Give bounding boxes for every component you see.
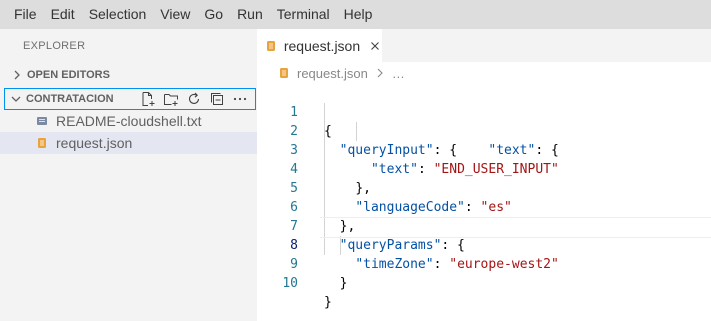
folder-actions [139, 90, 249, 108]
file-name: README-cloudshell.txt [56, 113, 202, 129]
file-name: request.json [56, 135, 133, 151]
menu-view[interactable]: View [153, 0, 197, 29]
breadcrumb: request.json … [257, 62, 711, 84]
menu-run[interactable]: Run [230, 0, 270, 29]
token: } [339, 276, 348, 291]
menu-go[interactable]: Go [197, 0, 230, 29]
json-file-icon [264, 39, 278, 53]
open-editors-label: OPEN EDITORS [27, 69, 110, 81]
chevron-right-icon [376, 68, 384, 78]
menu-selection[interactable]: Selection [82, 0, 154, 29]
code-line: 10 } [257, 255, 711, 310]
line-number: 10 [282, 276, 298, 291]
explorer-sidebar: EXPLORER OPEN EDITORS CONTRATACION READM… [0, 29, 257, 321]
code-line: 9 } [257, 236, 711, 291]
chevron-right-icon [10, 68, 24, 82]
line-text: } [324, 274, 348, 293]
file-item-request-json[interactable]: request.json [0, 132, 257, 154]
menu-help[interactable]: Help [337, 0, 380, 29]
menu-terminal[interactable]: Terminal [270, 0, 337, 29]
code-line: 6 }, [257, 179, 711, 234]
code-editor[interactable]: 1 { 2 "queryInput": { "text": { 3 "text"… [257, 84, 711, 310]
line-text: } [324, 293, 332, 312]
editor-area: request.json request.json … 1 { 2 "query… [257, 29, 711, 321]
tab-request-json[interactable]: request.json [257, 29, 382, 62]
code-line: 3 "text": "END_USER_INPUT" [257, 122, 711, 177]
tab-label: request.json [283, 37, 361, 54]
code-line: 4 }, [257, 141, 711, 196]
code-line: 2 "queryInput": { "text": { [257, 103, 711, 158]
code-line-current: 8 "timeZone": "europe-west2" [257, 217, 711, 272]
json-file-icon [34, 135, 50, 151]
refresh-icon[interactable] [185, 90, 203, 108]
folder-section-contratacion[interactable]: CONTRATACION [4, 88, 256, 110]
menu-bar: File Edit Selection View Go Run Terminal… [0, 0, 711, 29]
text-file-icon [34, 113, 50, 129]
code-line: 1 { [257, 84, 711, 139]
explorer-title: EXPLORER [23, 40, 86, 52]
token: } [324, 295, 332, 310]
open-editors-section[interactable]: OPEN EDITORS [0, 64, 257, 86]
new-file-icon[interactable] [139, 90, 157, 108]
new-folder-icon[interactable] [162, 90, 180, 108]
collapse-all-icon[interactable] [208, 90, 226, 108]
code-line: 7 "queryParams": { [257, 198, 711, 253]
chevron-down-icon [9, 92, 23, 106]
file-item-readme[interactable]: README-cloudshell.txt [0, 110, 257, 132]
menu-file[interactable]: File [7, 0, 44, 29]
folder-label: CONTRATACION [26, 93, 114, 105]
breadcrumb-file[interactable]: request.json [297, 66, 368, 81]
menu-edit[interactable]: Edit [44, 0, 82, 29]
breadcrumb-tail[interactable]: … [392, 66, 405, 81]
more-icon[interactable] [231, 90, 249, 108]
json-file-icon [277, 66, 291, 80]
close-icon[interactable] [368, 39, 382, 53]
code-line: 5 "languageCode": "es" [257, 160, 711, 215]
tab-strip: request.json [257, 29, 711, 62]
